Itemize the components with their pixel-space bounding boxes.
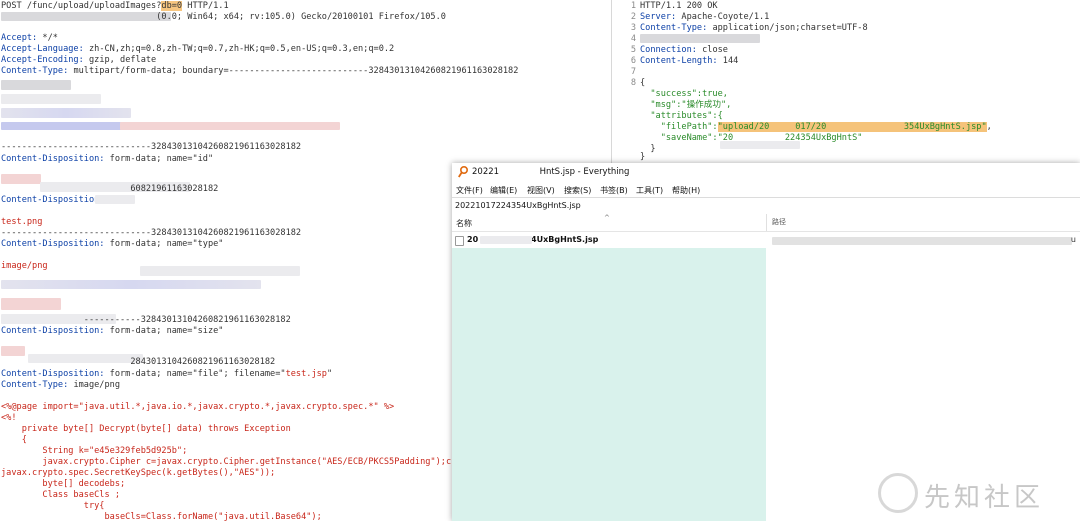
redacted-block [1,94,101,104]
line-number: 3 [630,23,636,33]
results-area[interactable] [452,248,766,521]
line-number: 7 [630,67,636,77]
jsp-code-line: baseCls=Class.forName("java.util.Base64"… [1,512,322,521]
search-input[interactable] [454,198,1075,213]
json-success: "success":true, [640,89,728,99]
line-number: 1 [630,1,636,11]
line-number: 5 [630,45,636,55]
jsp-code-line: Class baseCls ; [1,490,120,500]
request-line: POST /func/upload/uploadImages?db=0 HTTP… [1,1,229,11]
user-agent-line: (0.0; Win64; x64; rv:105.0) Gecko/201001… [1,12,446,22]
watermark-text: 先知社区 [924,483,1045,513]
content-disposition: Content-Disposition: [1,195,105,205]
column-separator[interactable] [766,214,767,231]
jsp-code-line: <%! [1,413,17,423]
title-bar[interactable]: 20221 HntS.jsp - Everything [452,163,1080,182]
boundary-line: 28430131042608219611630281​82 [1,357,276,367]
redacted-block [1,174,41,184]
boundary-line: 6082196116302818​2 [1,184,219,194]
content-disposition-size: Content-Disposition: form-data; name="si… [1,326,224,336]
boundary-line: -----------------------------32843013104… [1,228,302,238]
chevron-up-icon: ^ [604,214,610,222]
jsp-code-line: byte[] decodebs; [1,479,126,489]
line-number: 6 [630,56,636,66]
jsp-code-line: try{ [1,501,105,511]
content-length-header: Content-Length: 144 [640,56,739,66]
watermark: 先知社区 [878,471,1078,515]
magnifier-icon [458,166,468,178]
column-name[interactable]: 名称 [456,218,472,229]
redacted-block [1,298,61,310]
content-type-header: Content-Type: multipart/form-data; bound… [1,66,519,76]
accept-language-header: Accept-Language: zh-CN,zh;q=0.8,zh-TW;q=… [1,44,395,54]
jsp-code-line: <%@page import="java.util.*,java.io.*,ja… [1,402,395,412]
content-disposition-file: Content-Disposition: form-data; name="fi… [1,369,333,379]
filename-value: test.png [1,217,43,227]
jsp-code-line: { [1,435,27,445]
menu-help[interactable]: 帮助(H) [672,185,700,196]
menu-view[interactable]: 视图(V) [527,185,555,196]
content-disposition-type: Content-Disposition: form-data; name="ty… [1,239,224,249]
accept-encoding-header: Accept-Encoding: gzip, deflate [1,55,157,65]
result-path-end: u [1070,235,1076,244]
jsp-code-line: private byte[] Decrypt(byte[] data) thro… [1,424,291,434]
json-attributes: "attributes":{ [640,111,723,121]
redacted-block [640,34,760,43]
redacted-block [140,266,300,276]
server-header: Server: Apache-Coyote/1.1 [640,12,770,22]
redacted-block [120,122,340,130]
menu-tools[interactable]: 工具(T) [636,185,663,196]
boundary-line: -----------------------------32843013104… [1,142,302,152]
connection-header: Connection: close [640,45,728,55]
type-value: image/png [1,261,48,271]
line-number: 2 [630,12,636,22]
menu-edit[interactable]: 编辑(E) [490,185,517,196]
status-line: HTTP/1.1 200 OK [640,1,718,11]
everything-window[interactable]: 20221 HntS.jsp - Everything 文件(F) 编辑(E) … [452,163,1080,521]
redacted-block [1,80,71,90]
column-header: 名称 ^ 路径 [452,214,1080,232]
menu-bar: 文件(F) 编辑(E) 视图(V) 搜索(S) 书签(B) 工具(T) 帮助(H… [452,182,1080,197]
redacted-block [720,141,800,149]
json-msg: "msg":"操作成功", [640,100,732,110]
json-open: { [640,78,646,88]
watermark-logo-icon [878,473,918,513]
redacted-block [1,346,25,356]
jsp-code-line: javax.crypto.Cipher c=javax.crypto.Ciphe… [1,457,493,467]
menu-bookmarks[interactable]: 书签(B) [600,185,628,196]
result-row[interactable]: 20 224354UxBgHntS.jsp [452,232,766,248]
line-number: 4 [630,34,636,44]
line-number: 8 [630,78,636,88]
column-path[interactable]: 路径 [772,217,786,227]
redacted-path [772,237,1072,245]
window-title: 20221 HntS.jsp - Everything [472,167,630,177]
menu-search[interactable]: 搜索(S) [564,185,591,196]
file-icon [455,236,464,246]
content-disposition-id: Content-Disposition: form-data; name="id… [1,154,214,164]
redacted-block [480,236,532,244]
json-filepath: "filePath":"upload/20 017/20 354UxBgHntS… [640,122,992,132]
content-type-header: Content-Type: application/json;charset=U… [640,23,868,33]
boundary-line: -----------328430131042608219611630281​8… [1,315,291,325]
redacted-block [95,195,135,204]
jsp-code-line: String k="e45e329feb5d925b"; [1,446,188,456]
json-close: } [640,152,646,162]
search-box [452,197,1080,215]
accept-header: Accept: */* [1,33,58,43]
jsp-code-line: javax.crypto.spec.SecretKeySpec(k.getByt… [1,468,276,478]
content-type-file: Content-Type: image/png [1,380,121,390]
redacted-block [1,280,261,289]
redacted-block [1,122,121,130]
redacted-block [1,108,131,118]
menu-file[interactable]: 文件(F) [456,185,483,196]
